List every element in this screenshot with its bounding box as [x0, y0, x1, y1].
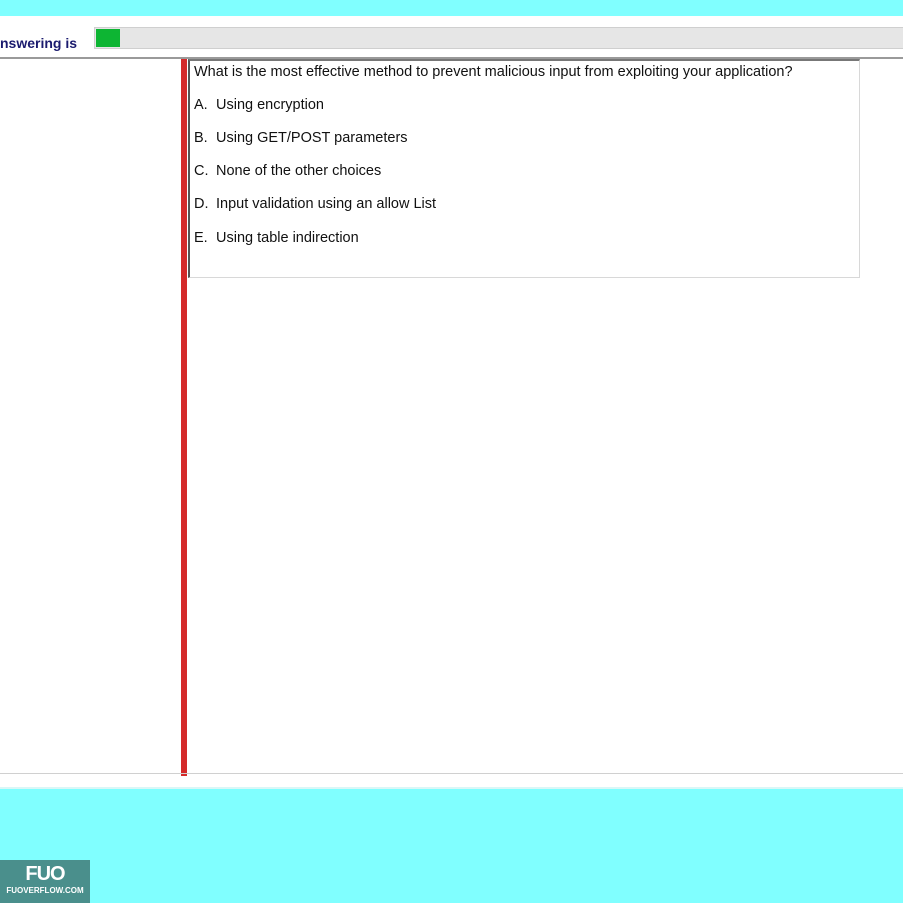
option-a: A. Using encryption	[194, 97, 324, 113]
top-band	[0, 0, 903, 16]
option-text: Using encryption	[216, 97, 324, 113]
option-letter: A.	[194, 97, 208, 113]
question-text: What is the most effective method to pre…	[194, 64, 793, 80]
status-bar: nswering is	[0, 16, 903, 59]
option-c: C. None of the other choices	[194, 163, 381, 179]
progress-bar	[94, 27, 903, 49]
option-letter: D.	[194, 196, 209, 212]
progress-fill	[96, 29, 120, 47]
bottom-band	[0, 789, 903, 903]
watermark-logo: FUO FUOVERFLOW.COM	[0, 860, 90, 903]
option-text: Using table indirection	[216, 230, 359, 246]
option-d: D. Input validation using an allow List	[194, 196, 436, 212]
option-text: Input validation using an allow List	[216, 196, 437, 212]
option-text: Using GET/POST parameters	[216, 130, 408, 146]
main-content: What is the most effective method to pre…	[0, 59, 903, 776]
option-letter: E.	[194, 230, 208, 246]
option-letter: B.	[194, 130, 208, 146]
question-box: What is the most effective method to pre…	[188, 59, 860, 278]
status-label: nswering is	[0, 35, 78, 51]
option-text: None of the other choices	[216, 163, 382, 179]
watermark-site-text: FUOVERFLOW.COM	[6, 886, 84, 895]
red-divider[interactable]	[181, 59, 187, 776]
option-b: B. Using GET/POST parameters	[194, 130, 408, 146]
option-letter: C.	[194, 163, 209, 179]
exam-window: nswering is What is the most effective m…	[0, 0, 903, 903]
watermark-logo-text: FUO	[25, 863, 65, 885]
bottom-divider	[0, 773, 903, 774]
option-e: E. Using table indirection	[194, 230, 359, 246]
